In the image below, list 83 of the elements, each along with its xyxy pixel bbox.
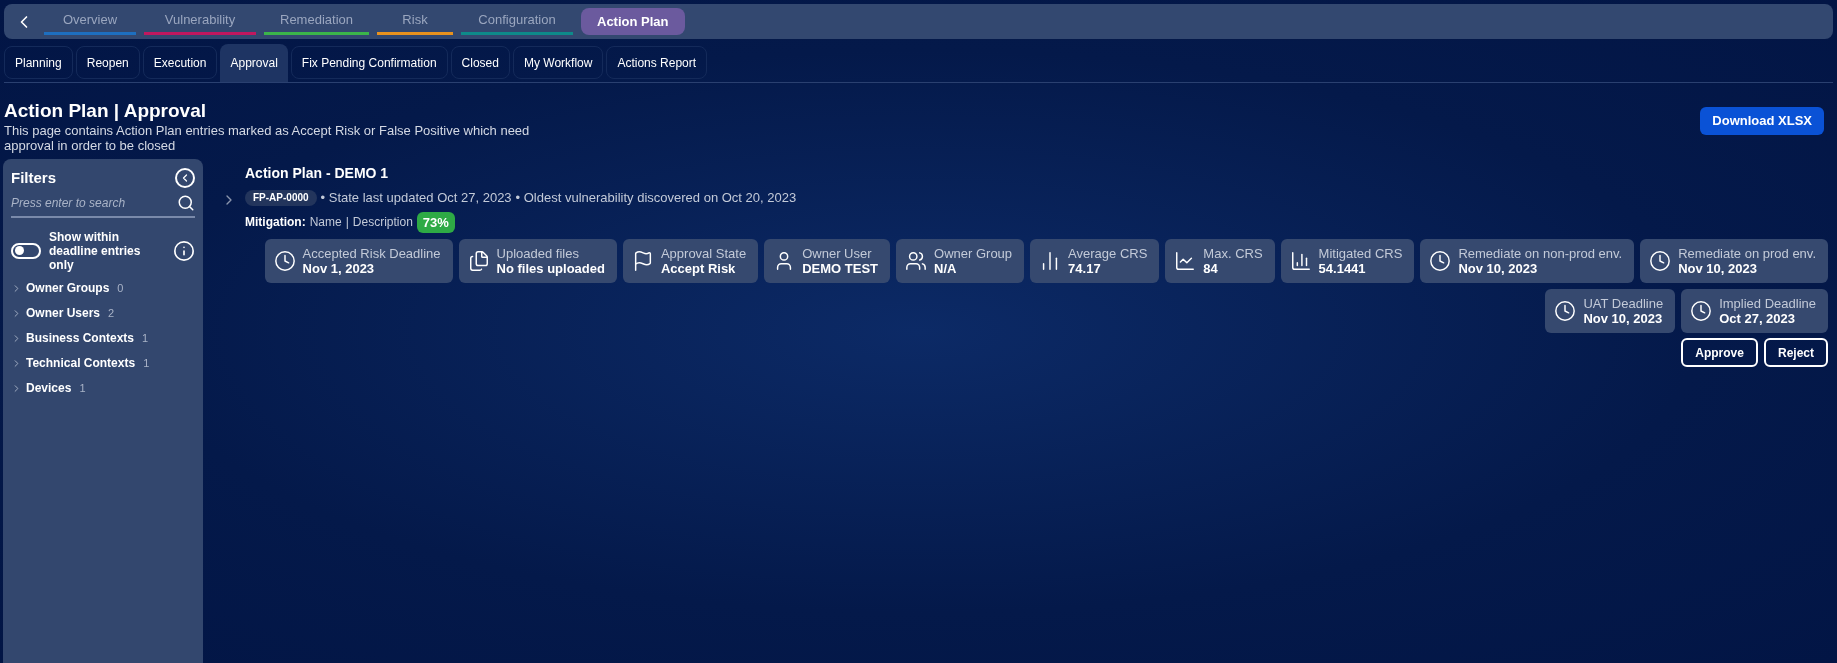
filter-label: Technical Contexts xyxy=(26,355,136,372)
files-icon xyxy=(467,250,490,272)
card-label: Remediate on prod env. xyxy=(1678,246,1816,261)
filter-group[interactable]: Technical Contexts 1 xyxy=(11,350,195,376)
action-button[interactable]: Reject xyxy=(1763,338,1828,367)
action-button[interactable]: Approve xyxy=(1681,338,1758,367)
filter-label: Business Contexts xyxy=(26,330,135,347)
card-label: Owner Group xyxy=(934,246,1013,261)
card-label: Remediate on non-prod env. xyxy=(1458,246,1623,261)
page-title: Action Plan | Approval xyxy=(4,99,208,123)
card-label: Implied Deadline xyxy=(1719,296,1816,311)
collapse-button[interactable] xyxy=(175,168,195,189)
card-label: Accepted Risk Deadline xyxy=(302,246,441,261)
percent-badge: 73% xyxy=(416,211,455,233)
entry-id-badge: FP-AP-0000 xyxy=(245,189,317,206)
card-label: Uploaded files xyxy=(496,246,580,261)
card-value: 84 xyxy=(1203,261,1219,276)
line-chart-icon xyxy=(1174,250,1197,272)
card-value: N/A xyxy=(934,261,958,276)
card-label: Max. CRS xyxy=(1203,246,1263,261)
card-value: DEMO TEST xyxy=(802,261,879,276)
filter-count: 1 xyxy=(142,330,149,346)
clock-icon xyxy=(1429,250,1452,272)
sub-tab[interactable]: Planning xyxy=(4,46,73,79)
mitigation-name: Name xyxy=(309,214,342,232)
sub-tab[interactable]: Reopen xyxy=(75,46,140,79)
filter-label: Devices xyxy=(26,380,72,397)
mitigation-description: Description xyxy=(352,214,413,232)
card-value: Nov 1, 2023 xyxy=(302,261,376,276)
state-updated-text: • State last updated Oct 27, 2023 xyxy=(320,189,512,207)
card-value: Nov 10, 2023 xyxy=(1678,261,1758,276)
nav-tab[interactable]: Overview xyxy=(44,8,136,35)
card-value: Nov 10, 2023 xyxy=(1458,261,1539,276)
card-label: Approval State xyxy=(660,246,747,261)
card-label: Average CRS xyxy=(1068,246,1148,261)
filter-count: 2 xyxy=(108,305,115,321)
card-value: Oct 27, 2023 xyxy=(1719,311,1797,326)
filters-title: Filters xyxy=(11,168,56,188)
filter-group[interactable]: Owner Users 2 xyxy=(11,300,195,326)
sub-tab[interactable]: Fix Pending Confirmation xyxy=(290,46,448,79)
entry-title: Action Plan - DEMO 1 xyxy=(245,164,390,183)
filter-count: 1 xyxy=(79,380,86,396)
sub-tab[interactable]: My Workflow xyxy=(512,46,604,79)
card-value: 74.17 xyxy=(1068,261,1102,276)
clock-icon xyxy=(1690,300,1713,322)
sub-tab[interactable]: Execution xyxy=(142,46,218,79)
card-value: No files uploaded xyxy=(496,261,605,276)
filter-group[interactable]: Devices 1 xyxy=(11,375,195,401)
toggle-switch[interactable] xyxy=(11,242,41,259)
sub-tab[interactable]: Actions Report xyxy=(606,46,708,79)
search-icon xyxy=(177,193,195,212)
filter-count: 1 xyxy=(143,355,150,371)
mitigation-label: Mitigation: xyxy=(245,214,306,232)
card-label: Mitigated CRS xyxy=(1318,246,1403,261)
card-value: 54.1441 xyxy=(1318,261,1367,276)
filter-label: Owner Groups xyxy=(26,280,110,297)
card-label: Owner User xyxy=(802,246,873,261)
card-label: UAT Deadline xyxy=(1583,296,1664,311)
info-icon xyxy=(173,239,195,262)
filter-count: 0 xyxy=(117,280,124,296)
separator: | xyxy=(345,214,349,232)
clock-icon xyxy=(1554,300,1577,322)
clock-icon xyxy=(1649,250,1672,272)
toggle-label: Show within deadline entries only xyxy=(49,229,142,272)
download-button[interactable]: Download XLSX xyxy=(1700,107,1824,135)
filter-label: Owner Users xyxy=(26,305,101,322)
sub-tab[interactable]: Approval xyxy=(220,44,288,82)
page-description: This page contains Action Plan entries marked as Accept Risk or False Positive which need approval in order to be closed xyxy=(4,123,531,153)
nav-tab[interactable]: Action Plan xyxy=(581,8,685,35)
nav-tab[interactable]: Vulnerability xyxy=(144,8,256,35)
card-value: Accept Risk xyxy=(660,261,737,276)
card-value: Nov 10, 2023 xyxy=(1583,311,1664,326)
oldest-vulnerability-text: • Oldest vulnerability discovered on Oct 20, 2023 xyxy=(515,189,797,207)
search-field[interactable]: Press enter to search xyxy=(11,193,177,212)
filter-group[interactable]: Business Contexts 1 xyxy=(11,325,195,351)
sub-tab[interactable]: Closed xyxy=(450,46,510,79)
nav-tab[interactable]: Remediation xyxy=(264,8,369,35)
users-icon xyxy=(905,250,928,272)
clock-icon xyxy=(273,250,296,272)
nav-tab[interactable]: Configuration xyxy=(461,8,573,35)
nav-tab[interactable]: Risk xyxy=(377,8,453,35)
column-chart-icon xyxy=(1289,250,1312,272)
filter-group[interactable]: Owner Groups 0 xyxy=(11,275,195,301)
